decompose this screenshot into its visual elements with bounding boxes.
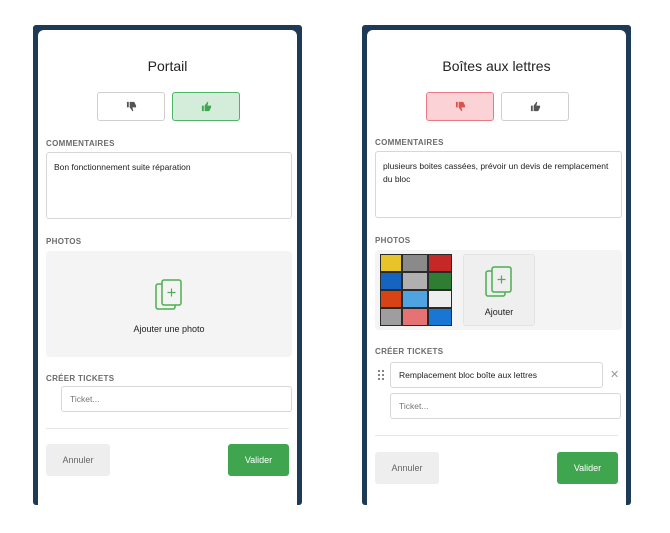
ticket-input[interactable]	[390, 393, 621, 419]
thumbs-up-button[interactable]	[501, 92, 569, 121]
thumbs-down-icon	[126, 101, 136, 112]
ticket-input[interactable]	[61, 386, 292, 412]
cancel-button[interactable]: Annuler	[46, 444, 110, 476]
inspection-form-boites: Boîtes aux lettres COMMENTAIRES plusieur…	[367, 30, 626, 505]
add-photo-label: Ajouter une photo	[133, 324, 205, 334]
add-photo-button[interactable]: Ajouter une photo	[46, 279, 292, 334]
thumbs-down-button[interactable]	[426, 92, 494, 121]
close-icon[interactable]: ✕	[610, 368, 619, 381]
tickets-label: CRÉER TICKETS	[375, 347, 444, 356]
phone-frame-left: Portail COMMENTAIRES Bon fonctionnement …	[33, 25, 302, 505]
comments-label: COMMENTAIRES	[46, 139, 115, 148]
thumbs-down-button[interactable]	[97, 92, 165, 121]
tickets-label: CRÉER TICKETS	[46, 374, 115, 383]
photos-label: PHOTOS	[46, 237, 82, 246]
drag-handle-icon[interactable]	[377, 369, 385, 381]
add-photo-icon	[155, 279, 182, 310]
thumbs-up-button[interactable]	[172, 92, 240, 121]
add-photo-label: Ajouter	[484, 307, 514, 317]
photo-thumbnail[interactable]	[380, 254, 452, 326]
add-photo-area[interactable]: Ajouter une photo	[46, 251, 292, 357]
mailbox-photo-icon	[380, 254, 452, 326]
submit-button[interactable]: Valider	[557, 452, 618, 484]
page-title: Portail	[147, 58, 188, 74]
divider	[375, 435, 618, 436]
phone-frame-right: Boîtes aux lettres COMMENTAIRES plusieur…	[362, 25, 631, 505]
add-photo-button[interactable]: Ajouter	[463, 254, 535, 326]
submit-button[interactable]: Valider	[228, 444, 289, 476]
thumbs-up-icon	[530, 101, 540, 112]
comment-textarea[interactable]: Bon fonctionnement suite réparation	[46, 152, 292, 219]
comments-label: COMMENTAIRES	[375, 138, 444, 147]
cancel-button[interactable]: Annuler	[375, 452, 439, 484]
photos-gallery: Ajouter	[375, 250, 622, 330]
ticket-item[interactable]: Remplacement bloc boîte aux lettres	[390, 362, 603, 388]
photos-label: PHOTOS	[375, 236, 411, 245]
thumbs-up-icon	[201, 101, 211, 112]
divider	[46, 428, 289, 429]
add-photo-icon	[485, 266, 512, 297]
inspection-form-portail: Portail COMMENTAIRES Bon fonctionnement …	[38, 30, 297, 505]
page-title: Boîtes aux lettres	[442, 58, 551, 74]
thumbs-down-icon	[455, 101, 465, 112]
comment-textarea[interactable]: plusieurs boites cassées, prévoir un dev…	[375, 151, 622, 218]
